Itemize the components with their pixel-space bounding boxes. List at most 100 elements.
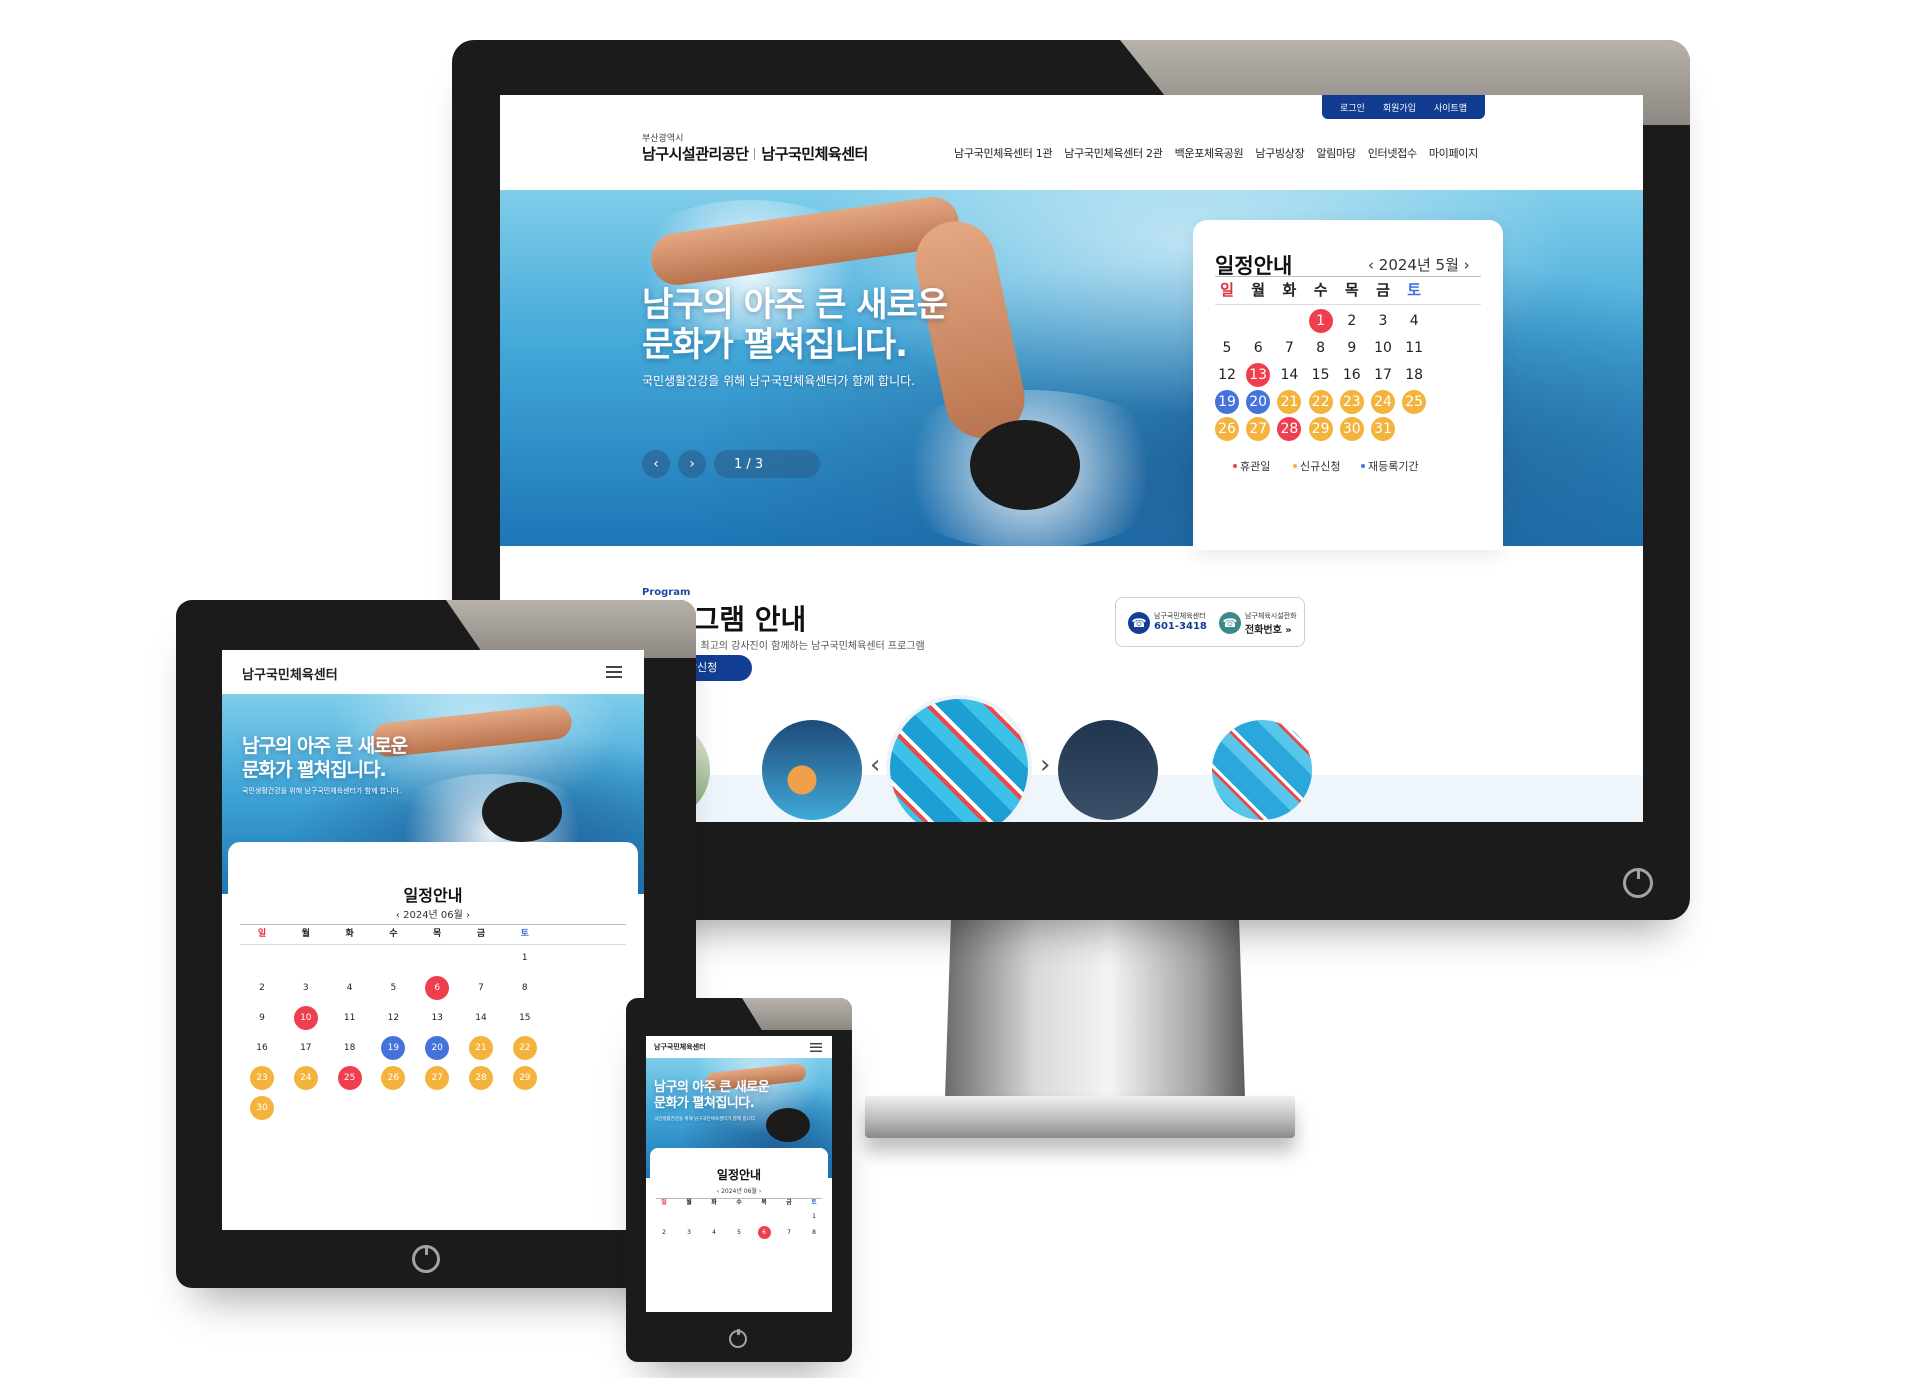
calendar-day[interactable]: 28 [1277,417,1302,441]
calendar-day[interactable]: 26 [381,1066,406,1090]
power-icon[interactable] [729,1329,747,1348]
calendar-day[interactable]: 2 [658,1226,671,1239]
calendar-day[interactable]: 19 [1215,390,1239,414]
calendar-day[interactable]: 13 [1246,363,1271,387]
nav-item-baekunpo[interactable]: 백운포체육공원 [1175,145,1244,161]
calendar-day[interactable]: 1 [513,946,537,970]
calendar-day[interactable]: 7 [1277,336,1301,360]
calendar-day[interactable]: 18 [338,1036,362,1060]
hero-prev-button[interactable]: ‹ [642,450,670,478]
calendar-day[interactable]: 22 [512,1036,537,1060]
program-thumb-lanes[interactable] [1212,720,1312,820]
contact-phone-link[interactable]: 전화번호 » [1245,621,1292,636]
calendar-day[interactable]: 4 [708,1226,721,1239]
calendar-day[interactable]: 10 [1371,336,1395,360]
calendar-day[interactable]: 6 [757,1226,771,1239]
calendar-day[interactable]: 8 [1309,336,1333,360]
calendar-day[interactable]: 3 [683,1226,696,1239]
calendar-day[interactable]: 2 [250,976,274,1000]
calendar-day[interactable]: 5 [733,1226,746,1239]
calendar-day[interactable]: 23 [250,1066,274,1090]
calendar-day[interactable]: 21 [469,1036,493,1060]
calendar-day[interactable]: 30 [250,1096,274,1120]
login-link[interactable]: 로그인 [1340,101,1365,114]
calendar-day[interactable]: 7 [783,1226,796,1239]
calendar-day[interactable]: 31 [1371,417,1395,441]
nav-item-center2[interactable]: 남구국민체육센터 2관 [1064,145,1163,161]
calendar-day[interactable]: 4 [1402,309,1426,333]
calendar-day[interactable]: 8 [513,976,537,1000]
calendar-day[interactable]: 2 [1340,309,1364,333]
chevron-right-icon[interactable]: › [1040,750,1050,780]
nav-item-online[interactable]: 인터넷접수 [1368,145,1417,161]
calendar-day[interactable]: 3 [1371,309,1395,333]
calendar-day[interactable]: 23 [1339,390,1364,414]
calendar-day[interactable]: 28 [469,1066,493,1090]
power-icon[interactable] [412,1245,440,1273]
calendar-day[interactable]: 15 [1309,363,1333,387]
calendar-day[interactable]: 17 [1371,363,1395,387]
calendar-day[interactable]: 27 [425,1066,450,1090]
site-logo[interactable]: 남구시설관리공단 남구국민체육센터 [642,143,868,164]
chevron-left-icon[interactable]: ‹ [717,1188,719,1195]
calendar-day[interactable]: 20 [425,1036,450,1060]
calendar-day[interactable]: 25 [1402,390,1427,414]
program-thumb-aqua[interactable] [762,720,862,820]
calendar-day[interactable]: 9 [1340,336,1364,360]
power-icon[interactable] [1623,868,1653,898]
calendar-day[interactable]: 19 [381,1036,406,1060]
calendar-day[interactable]: 5 [1215,336,1239,360]
calendar-day[interactable]: 11 [338,1006,362,1030]
calendar-day[interactable]: 30 [1339,417,1364,441]
calendar-day[interactable]: 14 [469,1006,493,1030]
chevron-left-icon[interactable]: ‹ [1368,256,1374,274]
calendar-day[interactable]: 17 [294,1036,318,1060]
hamburger-menu-icon[interactable] [810,1043,822,1052]
contact-number[interactable]: 601-3418 [1154,621,1207,632]
chevron-left-icon[interactable]: ‹ [396,910,400,921]
calendar-day[interactable]: 16 [250,1036,274,1060]
calendar-day[interactable]: 16 [1340,363,1364,387]
calendar-day[interactable]: 1 [1308,309,1333,333]
chevron-right-icon[interactable]: › [1464,256,1470,274]
nav-item-icerink[interactable]: 남구빙상장 [1255,145,1304,161]
calendar-day[interactable]: 18 [1402,363,1426,387]
calendar-day[interactable]: 12 [381,1006,405,1030]
calendar-day[interactable]: 3 [294,976,318,1000]
calendar-day[interactable]: 27 [1246,417,1271,441]
calendar-day[interactable]: 1 [808,1210,821,1223]
phone-site-title[interactable]: 남구국민체육센터 [654,1042,706,1052]
calendar-day[interactable]: 10 [293,1006,318,1030]
program-thumb-yoga[interactable] [1058,720,1158,820]
calendar-day[interactable]: 20 [1246,390,1271,414]
calendar-day[interactable]: 25 [337,1066,362,1090]
chevron-right-icon[interactable]: › [759,1188,761,1195]
calendar-day[interactable]: 4 [338,976,362,1000]
signup-link[interactable]: 회원가입 [1383,101,1416,114]
sitemap-link[interactable]: 사이트맵 [1434,101,1467,114]
calendar-day[interactable]: 6 [425,976,450,1000]
chevron-right-icon[interactable]: › [466,910,470,921]
calendar-day[interactable]: 26 [1215,417,1239,441]
calendar-day[interactable]: 29 [512,1066,537,1090]
calendar-day[interactable]: 14 [1277,363,1301,387]
calendar-day[interactable]: 7 [469,976,493,1000]
calendar-day[interactable]: 22 [1308,390,1333,414]
calendar-day[interactable]: 24 [1371,390,1395,414]
hamburger-menu-icon[interactable] [606,666,622,678]
hero-next-button[interactable]: › [678,450,706,478]
calendar-day[interactable]: 21 [1277,390,1302,414]
chevron-left-icon[interactable]: ‹ [870,750,880,780]
calendar-day[interactable]: 11 [1402,336,1426,360]
nav-item-mypage[interactable]: 마이페이지 [1429,145,1478,161]
calendar-day[interactable]: 6 [1246,336,1270,360]
calendar-day[interactable]: 5 [381,976,405,1000]
calendar-day[interactable]: 8 [808,1226,821,1239]
calendar-day[interactable]: 13 [425,1006,449,1030]
nav-item-notice[interactable]: 알림마당 [1316,145,1356,161]
calendar-day[interactable]: 29 [1308,417,1333,441]
nav-item-center1[interactable]: 남구국민체육센터 1관 [954,145,1053,161]
calendar-day[interactable]: 24 [293,1066,318,1090]
program-thumb-swim[interactable] [886,695,1032,822]
tablet-site-title[interactable]: 남구국민체육센터 [242,664,338,683]
